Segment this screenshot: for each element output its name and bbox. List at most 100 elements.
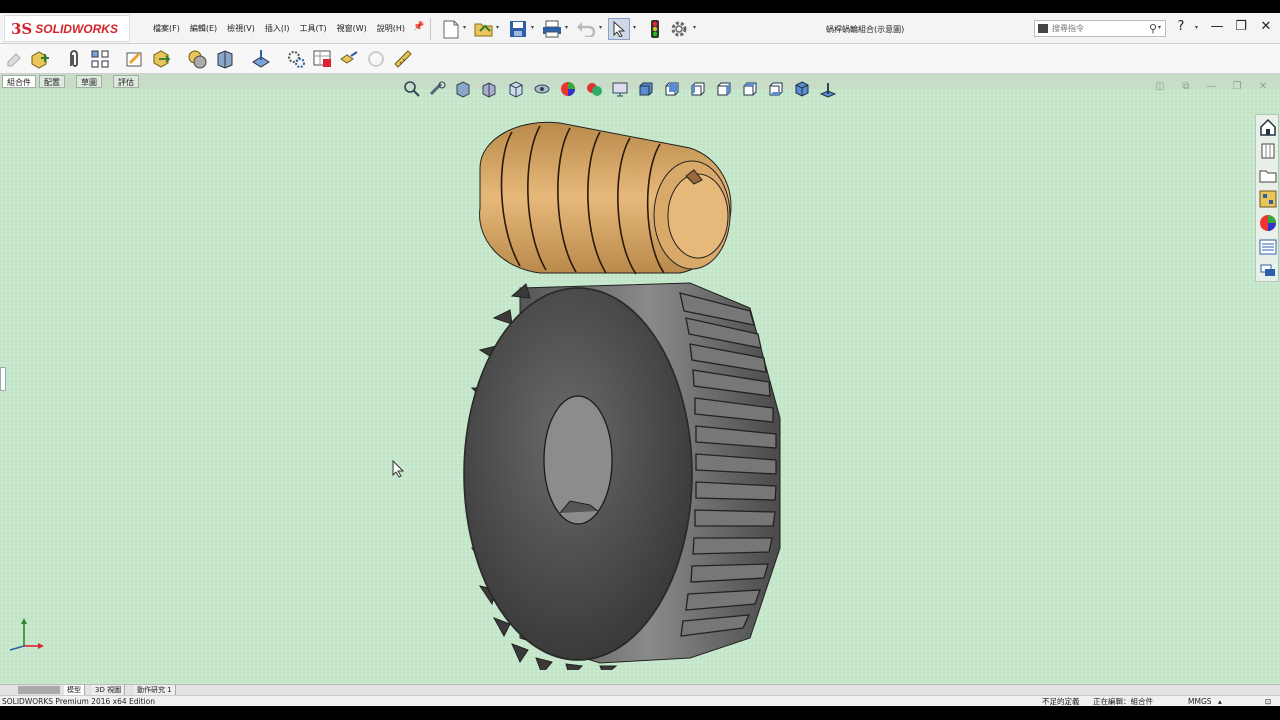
- solidworks-forum-icon[interactable]: [1258, 261, 1278, 281]
- toolbar-separator: [430, 18, 431, 40]
- back-view-icon[interactable]: [660, 78, 683, 100]
- new-dropdown-icon[interactable]: ▾: [463, 24, 466, 31]
- move-component-icon[interactable]: [150, 48, 172, 70]
- model-view-tabs: 模型 3D 視圖 動作研究 1: [0, 684, 1280, 696]
- undo-dropdown-icon[interactable]: ▾: [599, 24, 602, 31]
- save-dropdown-icon[interactable]: ▾: [531, 24, 534, 31]
- file-explorer-icon[interactable]: [1258, 165, 1278, 185]
- undo-icon[interactable]: [575, 18, 597, 40]
- menu-edit[interactable]: 編輯(E): [185, 23, 222, 34]
- reference-geometry-icon[interactable]: [250, 48, 272, 70]
- restore-button[interactable]: ❐: [1231, 19, 1251, 34]
- ds-logo-mark: 3S: [11, 19, 33, 38]
- tab-assembly[interactable]: 組合件: [2, 75, 36, 88]
- pin-menu-icon[interactable]: 📌: [413, 22, 424, 32]
- zoom-to-fit-icon[interactable]: [400, 78, 423, 100]
- view-orientation-icon[interactable]: [504, 78, 527, 100]
- menu-tools[interactable]: 工具(T): [294, 23, 331, 34]
- tab-sketch[interactable]: 草圖: [76, 75, 102, 88]
- main-menu: 檔案(F) 編輯(E) 檢視(V) 插入(I) 工具(T) 視窗(W) 說明(H…: [148, 23, 410, 34]
- menu-file[interactable]: 檔案(F): [148, 23, 185, 34]
- viewport-link-icon[interactable]: ⧉: [1177, 81, 1195, 95]
- document-title: 蝸桿蝸輪組合(示意圖): [826, 25, 905, 34]
- linear-pattern-icon[interactable]: [89, 48, 111, 70]
- zoom-to-area-icon[interactable]: [426, 78, 449, 100]
- reference-triad-icon: [9, 618, 44, 651]
- worm-gear-assembly-model[interactable]: [450, 118, 810, 670]
- top-view-icon[interactable]: [738, 78, 761, 100]
- print-icon[interactable]: [541, 18, 563, 40]
- home-icon[interactable]: [1258, 117, 1278, 137]
- heads-up-view-toolbar: [400, 78, 839, 100]
- mate-paperclip-icon[interactable]: [64, 48, 86, 70]
- bottom-border: [0, 706, 1280, 720]
- exploded-view-icon[interactable]: [311, 48, 333, 70]
- solidworks-logo[interactable]: 3S SOLIDWORKS: [4, 15, 130, 42]
- select-dropdown-icon[interactable]: ▾: [633, 24, 636, 31]
- menu-window[interactable]: 視窗(W): [332, 23, 372, 34]
- help-button[interactable]: ?: [1171, 19, 1191, 34]
- take-snapshot-icon[interactable]: [392, 48, 414, 70]
- viewport-minimize-button[interactable]: —: [1202, 81, 1220, 95]
- search-commands-input[interactable]: 搜尋指令 ⚲: [1034, 20, 1166, 37]
- search-mode-icon[interactable]: [1038, 24, 1048, 33]
- update-speedpak-icon[interactable]: [365, 48, 387, 70]
- status-bar: SOLIDWORKS Premium 2016 x64 Edition 不足的定…: [0, 695, 1280, 706]
- graphics-viewport[interactable]: ◫ ⧉ — ❐ ✕: [0, 81, 1280, 684]
- appearances-icon[interactable]: [1258, 213, 1278, 233]
- insert-components-icon[interactable]: [29, 48, 51, 70]
- viewport-close-button[interactable]: ✕: [1254, 81, 1272, 95]
- normal-to-icon[interactable]: [816, 78, 839, 100]
- isometric-view-icon[interactable]: [790, 78, 813, 100]
- open-dropdown-icon[interactable]: ▾: [496, 24, 499, 31]
- right-view-icon[interactable]: [712, 78, 735, 100]
- bill-of-materials-icon[interactable]: [285, 48, 307, 70]
- top-border: [0, 0, 1280, 13]
- options-dropdown-icon[interactable]: ▾: [693, 24, 696, 31]
- tab-layout[interactable]: 配置: [39, 75, 65, 88]
- search-dropdown-icon[interactable]: ▾: [1158, 24, 1161, 31]
- edit-component-icon[interactable]: [4, 48, 26, 70]
- select-icon[interactable]: [608, 18, 630, 40]
- smart-fasteners-icon[interactable]: [124, 48, 146, 70]
- section-view-icon[interactable]: [478, 78, 501, 100]
- instant3d-icon[interactable]: [338, 48, 360, 70]
- apply-scene-icon[interactable]: [582, 78, 605, 100]
- left-view-icon[interactable]: [686, 78, 709, 100]
- view-settings-icon[interactable]: [608, 78, 631, 100]
- menu-help[interactable]: 說明(H): [372, 23, 410, 34]
- search-icon[interactable]: ⚲: [1149, 22, 1157, 35]
- custom-properties-icon[interactable]: [1258, 237, 1278, 257]
- worm-shaft: [479, 121, 732, 275]
- title-bar: 3S SOLIDWORKS 檔案(F) 編輯(E) 檢視(V) 插入(I) 工具…: [0, 13, 1280, 44]
- menu-insert[interactable]: 插入(I): [260, 23, 295, 34]
- view-palette-icon[interactable]: [1258, 189, 1278, 209]
- mouse-cursor-icon: [392, 460, 404, 478]
- assembly-features-icon[interactable]: [214, 48, 236, 70]
- save-icon[interactable]: [507, 18, 529, 40]
- viewport-split-icon[interactable]: ◫: [1151, 81, 1169, 95]
- open-document-icon[interactable]: [473, 18, 495, 40]
- rebuild-traffic-light-icon[interactable]: [644, 18, 666, 40]
- front-view-icon[interactable]: [634, 78, 657, 100]
- previous-view-icon[interactable]: [452, 78, 475, 100]
- new-document-icon[interactable]: [440, 18, 462, 40]
- feature-manager-toggle-handle[interactable]: [0, 367, 6, 391]
- help-dropdown-icon[interactable]: ▾: [1195, 24, 1198, 31]
- menu-view[interactable]: 檢視(V): [222, 23, 260, 34]
- bottom-view-icon[interactable]: [764, 78, 787, 100]
- minimize-button[interactable]: —: [1207, 19, 1227, 34]
- tab-scroll-arrows[interactable]: [18, 686, 60, 694]
- options-gear-icon[interactable]: [668, 18, 690, 40]
- gear-bore-hole: [543, 395, 613, 525]
- show-hidden-components-icon[interactable]: [186, 48, 208, 70]
- close-button[interactable]: ✕: [1256, 19, 1276, 34]
- search-placeholder: 搜尋指令: [1052, 24, 1084, 33]
- print-dropdown-icon[interactable]: ▾: [565, 24, 568, 31]
- display-style-icon[interactable]: [530, 78, 553, 100]
- edit-appearance-icon[interactable]: [556, 78, 579, 100]
- design-library-icon[interactable]: [1258, 141, 1278, 161]
- viewport-restore-button[interactable]: ❐: [1228, 81, 1246, 95]
- tab-evaluate[interactable]: 評估: [113, 75, 139, 88]
- command-manager-toolbar: [0, 44, 1280, 74]
